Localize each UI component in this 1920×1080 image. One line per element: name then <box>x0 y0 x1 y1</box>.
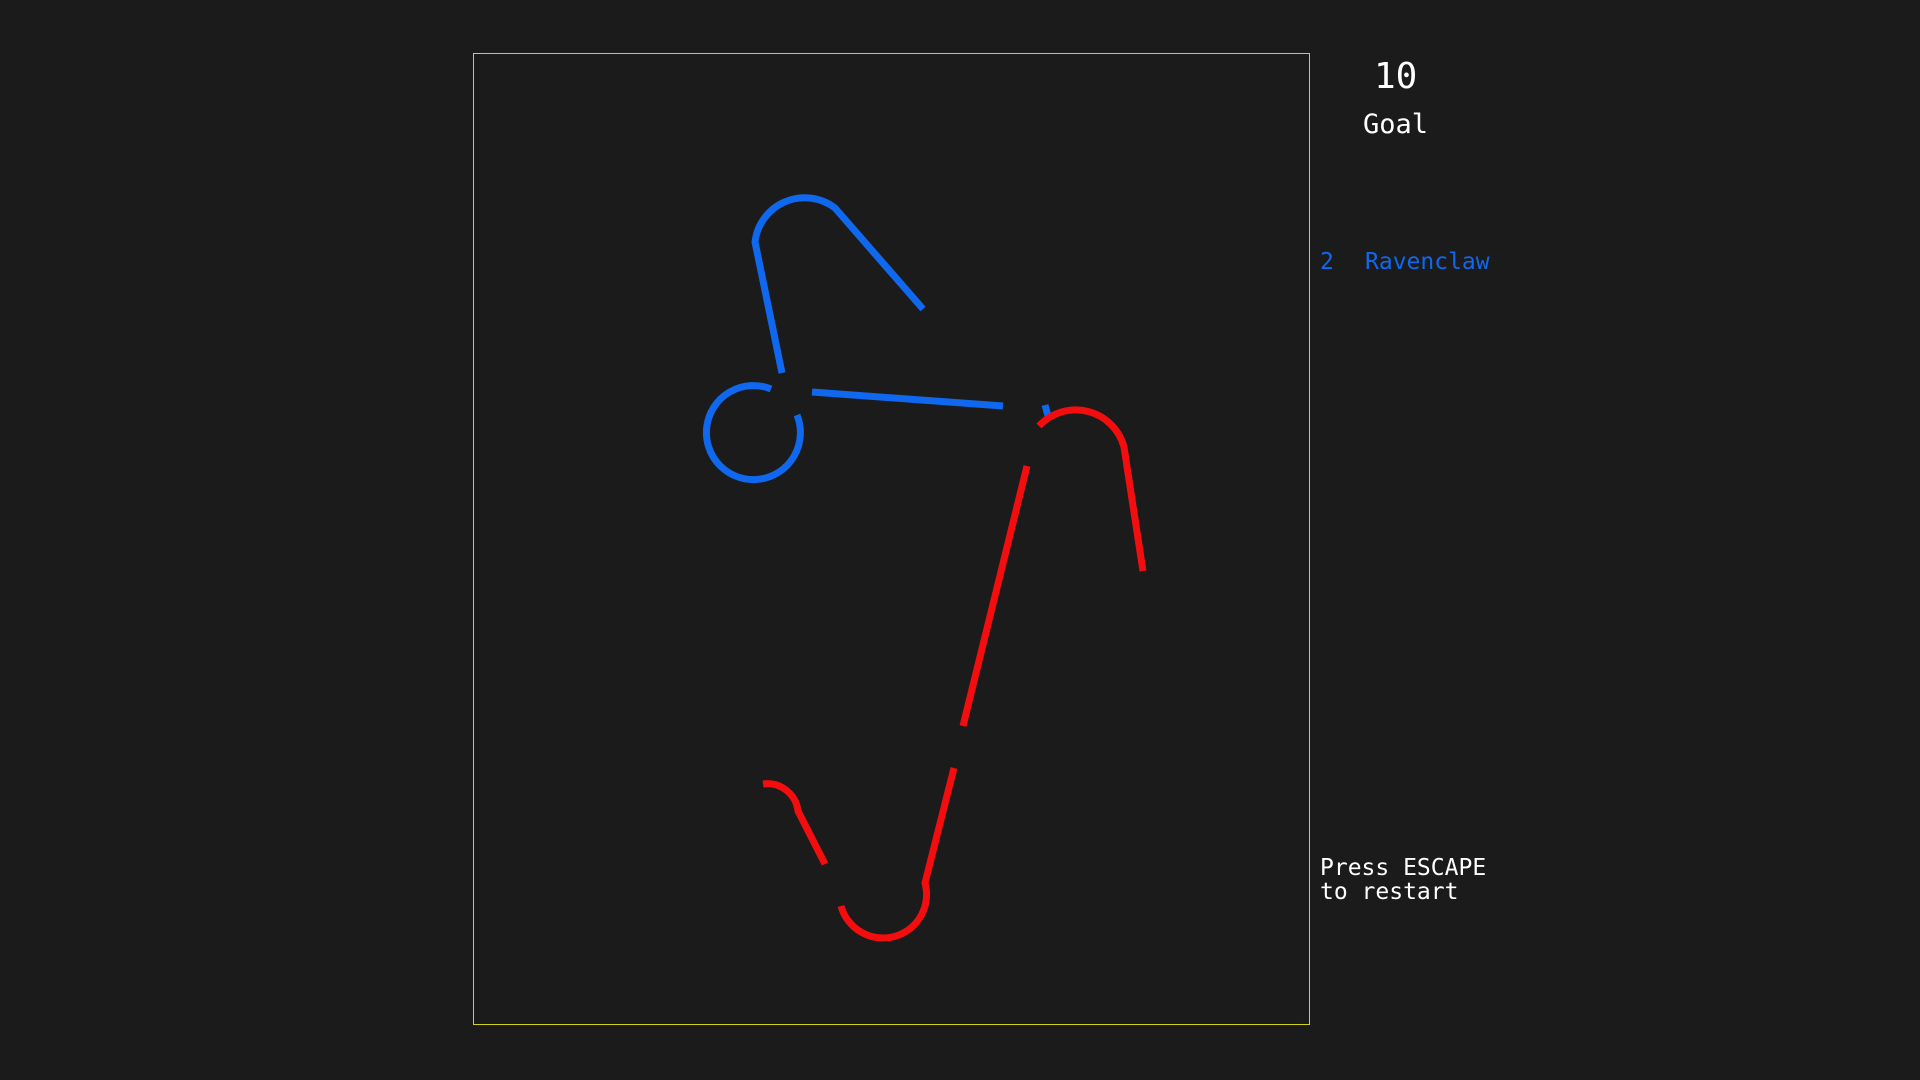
play-arena <box>473 53 1310 1025</box>
scoreboard: 2 Ravenclaw <box>1320 247 1490 277</box>
trail-segment <box>702 382 804 484</box>
restart-hint: Press ESCAPE to restart <box>1320 856 1486 904</box>
scoreboard-row: 2 Ravenclaw <box>1320 247 1490 277</box>
trail-segment <box>751 194 926 374</box>
goal-label: Goal <box>1363 109 1429 140</box>
player-score: 2 <box>1320 249 1334 275</box>
trail-segment <box>762 780 829 866</box>
player-name: Ravenclaw <box>1365 249 1490 275</box>
trail-segment <box>1036 406 1147 572</box>
red-player-trail <box>762 406 1147 942</box>
trail-segment <box>1041 404 1052 417</box>
restart-hint-line: Press ESCAPE <box>1320 855 1487 881</box>
trail-segment <box>837 767 958 942</box>
trail-segment <box>959 465 1031 727</box>
restart-hint-line: to restart <box>1320 879 1459 905</box>
arena-canvas <box>702 194 1147 942</box>
ravenclaw-trail <box>702 194 1052 484</box>
trail-segment <box>811 388 1004 410</box>
goal-score-value: 10 <box>1374 56 1418 97</box>
